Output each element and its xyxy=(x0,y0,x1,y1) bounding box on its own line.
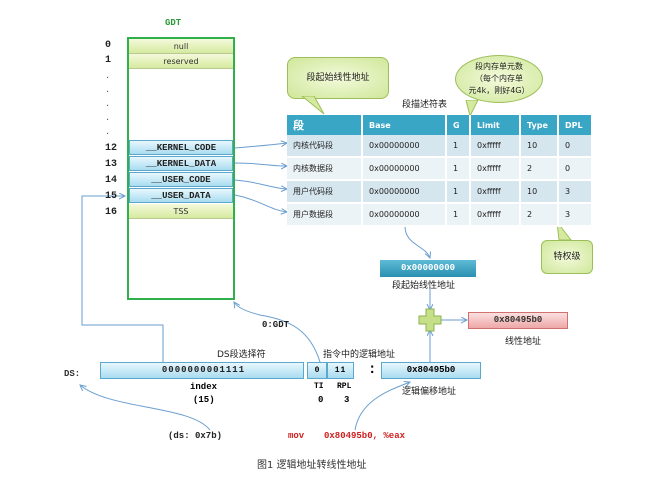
cell-base: 0x00000000 xyxy=(362,180,447,204)
gdt-entry-reserved: reserved xyxy=(129,54,233,69)
logical-offset-caption: 逻辑偏移地址 xyxy=(402,387,457,397)
cell-segment: 用户代码段 xyxy=(287,180,363,204)
cell-type: 2 xyxy=(520,157,559,181)
selector-ti-bit: 0 xyxy=(307,362,327,379)
callout-limit: 段内存单元数 （每个内存单 元4k，刚好4G） xyxy=(455,55,543,103)
rpl-label: RPL xyxy=(337,382,352,391)
callout-base: 段起始线性地址 xyxy=(287,57,389,99)
cell-g: 1 xyxy=(446,157,471,181)
selector-caption: DS段选择符 xyxy=(217,350,266,360)
index-label: index xyxy=(190,382,218,392)
cell-dpl: 3 xyxy=(558,203,593,227)
segment-base-box: 0x00000000 xyxy=(380,260,476,277)
header-limit: Limit xyxy=(470,115,521,135)
selector-offset-separator: : xyxy=(368,362,377,378)
cell-g: 1 xyxy=(446,203,471,227)
arrow-user-code xyxy=(234,179,287,189)
cell-type: 2 xyxy=(520,203,559,227)
cell-dpl: 0 xyxy=(558,157,593,181)
cell-g: 1 xyxy=(446,180,471,204)
arrow-kernel-code xyxy=(234,143,287,149)
header-type: Type xyxy=(520,115,559,135)
cell-segment: 用户数据段 xyxy=(287,203,363,227)
selector-index-bits: 0000000001111 xyxy=(161,365,246,375)
table-row: 内核代码段 0x00000000 1 0xfffff 10 0 xyxy=(287,135,593,158)
cell-limit: 0xfffff xyxy=(470,157,521,181)
logical-offset-box: 0x80495b0 xyxy=(381,362,481,379)
rpl-value: 3 xyxy=(344,395,350,405)
gdt-index-13: 13 xyxy=(105,159,118,170)
gdt-ellipsis: . xyxy=(106,126,110,137)
gdt-table: null reserved __KERNEL_CODE __KERNEL_DAT… xyxy=(127,37,235,300)
cell-g: 1 xyxy=(446,135,471,158)
header-g: G xyxy=(446,115,471,135)
callout-limit-line: 元4k，刚好4G） xyxy=(468,86,530,95)
plus-icon xyxy=(418,308,442,332)
header-dpl: DPL xyxy=(558,115,593,135)
segment-base-caption: 段起始线性地址 xyxy=(392,281,456,291)
gdt-index-15: 15 xyxy=(105,191,118,202)
index-value: (15) xyxy=(193,395,215,405)
cell-base: 0x00000000 xyxy=(362,157,447,181)
ti-gdt-note: 0:GDT xyxy=(262,320,290,330)
instruction-operands: 0x80495b0, %eax xyxy=(324,431,406,441)
cell-limit: 0xfffff xyxy=(470,135,521,158)
cell-limit: 0xfffff xyxy=(470,203,521,227)
gdt-ellipsis: . xyxy=(106,112,110,123)
figure-caption: 图1 逻辑地址转线性地址 xyxy=(257,460,367,471)
table-row: 用户数据段 0x00000000 1 0xfffff 2 3 xyxy=(287,203,593,227)
ti-label: TI xyxy=(314,382,324,391)
ti-value: 0 xyxy=(318,395,324,405)
cell-base: 0x00000000 xyxy=(362,203,447,227)
gdt-index-0: 0 xyxy=(105,40,112,51)
cell-segment: 内核数据段 xyxy=(287,157,363,181)
arrow-user-data xyxy=(234,194,287,212)
header-base: Base xyxy=(362,115,447,135)
instruction-mnemonic: mov xyxy=(288,431,305,441)
ds-register-label: DS: xyxy=(64,369,81,379)
callout-limit-line: （每个内存单 xyxy=(475,74,523,83)
gdt-entry-kernel-code: __KERNEL_CODE xyxy=(129,140,233,155)
gdt-entry-kernel-data: __KERNEL_DATA xyxy=(129,156,233,171)
cell-dpl: 0 xyxy=(558,135,593,158)
cell-type: 10 xyxy=(520,135,559,158)
arrow-base-to-result xyxy=(404,225,430,258)
linear-address-box: 0x80495b0 xyxy=(468,312,568,329)
descriptor-table-title: 段描述符表 xyxy=(402,100,448,110)
gdt-ellipsis: . xyxy=(106,84,110,95)
callout-base-tail xyxy=(301,96,325,115)
gdt-ellipsis: . xyxy=(106,98,110,109)
descriptor-table-header: 段 Base G Limit Type DPL xyxy=(287,115,593,135)
header-segment: 段 xyxy=(287,115,363,135)
cell-dpl: 3 xyxy=(558,180,593,204)
linear-address-caption: 线性地址 xyxy=(505,337,542,347)
cell-segment: 内核代码段 xyxy=(287,135,363,158)
gdt-ellipsis: . xyxy=(106,70,110,81)
cell-type: 10 xyxy=(520,180,559,204)
callout-dpl: 特权级 xyxy=(541,240,593,274)
gdt-entry-user-data: __USER_DATA xyxy=(129,188,233,203)
cell-base: 0x00000000 xyxy=(362,135,447,158)
callout-limit-line: 段内存单元数 xyxy=(475,62,523,71)
gdt-entry-user-code: __USER_CODE xyxy=(129,172,233,187)
cell-limit: 0xfffff xyxy=(470,180,521,204)
table-row: 内核数据段 0x00000000 1 0xfffff 2 0 xyxy=(287,157,593,181)
selector-rpl-bits: 11 xyxy=(327,362,354,379)
gdt-entry-tss: TSS xyxy=(129,204,233,219)
gdt-index-1: 1 xyxy=(105,55,112,66)
arrow-kernel-data xyxy=(234,162,287,166)
gdt-title: GDT xyxy=(165,18,182,28)
gdt-index-16: 16 xyxy=(105,207,118,218)
ds-value: (ds: 0x7b) xyxy=(168,431,223,441)
table-row: 用户代码段 0x00000000 1 0xfffff 10 3 xyxy=(287,180,593,204)
logical-address-caption: 指令中的逻辑地址 xyxy=(323,350,396,360)
gdt-entry-null: null xyxy=(129,39,233,54)
descriptor-table: 段 Base G Limit Type DPL 内核代码段 0x00000000… xyxy=(287,115,593,227)
gdt-index-14: 14 xyxy=(105,175,118,186)
gdt-index-12: 12 xyxy=(105,143,118,154)
